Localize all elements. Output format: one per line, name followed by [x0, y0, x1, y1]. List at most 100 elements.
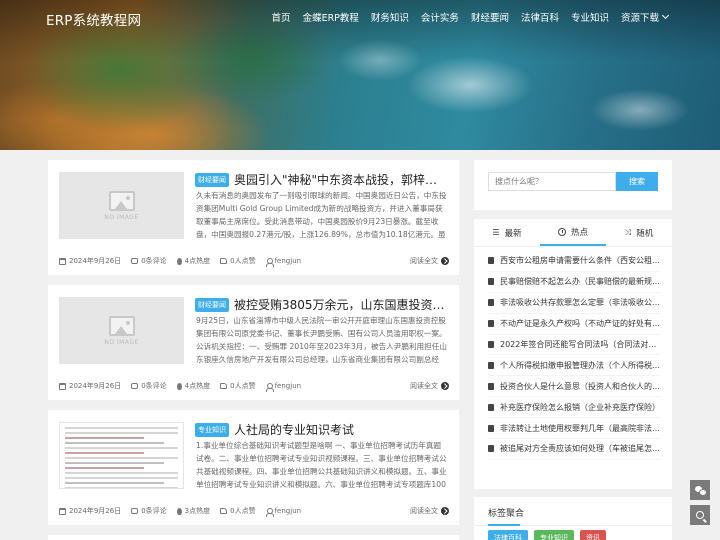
read-more-label: 阅读全文: [410, 507, 438, 515]
book-icon: [488, 403, 494, 411]
read-more-label: 阅读全文: [410, 257, 438, 265]
nav-finance-knowledge[interactable]: 财务知识: [371, 10, 409, 24]
tag-professional[interactable]: 专业知识: [534, 530, 574, 540]
tag-cloud-widget: 标签聚合 法律百科 专业知识 资讯: [474, 497, 672, 540]
thumbs-up-icon: [220, 508, 228, 514]
book-icon: [488, 445, 494, 453]
list-item-label: 西安市公租房申请需要什么条件（西安公租房申请）: [500, 256, 660, 266]
post-list: NO IMAGE 财经要闻 奥园引入"神秘"中东资本战投，郭梓文难言脱身 久未有…: [48, 160, 459, 540]
category-badge[interactable]: 财经要闻: [195, 297, 229, 312]
list-item[interactable]: 不动产证是永久产权吗（不动产证的好处有哪些）: [488, 314, 660, 335]
main-nav: 首页 金蝶ERP教程 财务知识 会计实务 财经要闻 法律百科 专业知识 资源下载: [260, 10, 670, 24]
nav-resource-download[interactable]: 资源下载: [621, 10, 670, 24]
post-likes: 0人点赞: [230, 257, 256, 265]
thumbs-up-icon: [220, 258, 228, 264]
post-comments: 0条评论: [141, 257, 167, 265]
post-title[interactable]: 奥园引入"神秘"中东资本战投，郭梓文难言脱身: [234, 171, 449, 188]
post-comments: 0条评论: [141, 382, 167, 390]
comment-icon: [131, 258, 139, 264]
calendar-icon: [59, 507, 66, 515]
post-card: [48, 535, 459, 540]
category-badge[interactable]: 专业知识: [195, 422, 229, 437]
search-button[interactable]: 搜索: [616, 172, 658, 191]
list-item-label: 民事赔偿赔不起怎么办（民事赔偿的最新规定）: [500, 277, 660, 287]
search-widget: 搜索: [474, 160, 672, 210]
post-card: NO IMAGE 财经要闻 奥园引入"神秘"中东资本战投，郭梓文难言脱身 久未有…: [48, 160, 459, 275]
user-icon: [265, 257, 274, 267]
post-title[interactable]: 被控受贿3805万余元，山东国惠投资控股集团原党委书记: [234, 296, 449, 313]
search-input[interactable]: [488, 172, 616, 191]
category-badge[interactable]: 财经要闻: [195, 172, 229, 187]
tab-hot[interactable]: 热点: [540, 219, 606, 246]
post-thumbnail[interactable]: NO IMAGE: [59, 297, 184, 364]
nav-kingdee-erp[interactable]: 金蝶ERP教程: [303, 10, 359, 24]
post-thumbnail[interactable]: NO IMAGE: [59, 172, 184, 239]
fire-icon: [176, 507, 182, 515]
list-item[interactable]: 个人所得税扣缴申报管理办法（个人所得税缴纳）: [488, 355, 660, 377]
tag-list: 法律百科 专业知识 资讯: [488, 530, 606, 540]
chevron-down-icon: [661, 11, 670, 20]
read-more-link[interactable]: 阅读全文: [410, 381, 449, 391]
comment-icon: [131, 508, 139, 514]
list-item-label: 不动产证是永久产权吗（不动产证的好处有哪些）: [500, 319, 660, 329]
tab-latest-label: 最新: [504, 228, 522, 239]
list-item[interactable]: 西安市公租房申请需要什么条件（西安公租房申请）: [488, 251, 660, 272]
search-float-button[interactable]: [690, 505, 710, 525]
post-date: 2024年9月26日: [69, 382, 122, 390]
image-placeholder-icon: [108, 315, 135, 336]
tab-random-label: 随机: [636, 228, 654, 239]
list-item-label: 投资合伙人是什么意思（投资人和合伙人的区别）: [500, 381, 660, 391]
calendar-icon: [59, 257, 66, 265]
arrow-right-circle-icon: [441, 507, 449, 515]
list-item[interactable]: 2022年签合同还能写合同法吗（合同法对合同的规定）: [488, 335, 660, 356]
post-excerpt: 9月25日，山东省淄博市中级人民法院一审公开开庭审理山东国惠投资控股集团有限公司…: [196, 316, 447, 364]
post-author[interactable]: fengjun: [275, 507, 301, 515]
post-meta: 2024年9月26日 0条评论 3点热度 0人点赞 fengjun 阅读全文: [59, 505, 449, 517]
tab-random[interactable]: ⤨ 随机: [606, 219, 672, 246]
post-date: 2024年9月26日: [69, 507, 122, 515]
nav-law-encyclopedia[interactable]: 法律百科: [521, 10, 559, 24]
post-likes: 0人点赞: [230, 507, 256, 515]
post-heat: 4点热度: [184, 382, 211, 390]
post-title[interactable]: 人社局的专业知识考试: [234, 421, 354, 438]
read-more-label: 阅读全文: [410, 382, 438, 390]
tag-cloud-title: 标签聚合: [488, 509, 525, 519]
nav-professional-knowledge[interactable]: 专业知识: [571, 10, 609, 24]
hot-post-list: 西安市公租房申请需要什么条件（西安公租房申请） 民事赔偿赔不起怎么办（民事赔偿的…: [474, 247, 672, 460]
read-more-link[interactable]: 阅读全文: [410, 506, 449, 516]
list-item[interactable]: 投资合伙人是什么意思（投资人和合伙人的区别）: [488, 376, 660, 398]
list-item-label: 非法转让土地使用权罪判几年（最高院非法转让）: [500, 423, 660, 433]
sidebar: 搜索 ☰ 最新 热点 ⤨ 随机 西安市公租房申请需要什么条件（西安公租房申请） 民事…: [474, 160, 672, 540]
list-item[interactable]: 民事赔偿赔不起怎么办（民事赔偿的最新规定）: [488, 272, 660, 293]
post-heat: 4点热度: [184, 257, 211, 265]
nav-accounting-practice[interactable]: 会计实务: [421, 10, 459, 24]
tag-law[interactable]: 法律百科: [488, 530, 528, 540]
nav-home[interactable]: 首页: [272, 10, 291, 24]
book-icon: [488, 299, 494, 307]
post-tabs: ☰ 最新 热点 ⤨ 随机: [474, 219, 672, 247]
post-author[interactable]: fengjun: [275, 257, 301, 265]
list-item[interactable]: 补充医疗保险怎么报销（企业补充医疗保险）: [488, 397, 660, 419]
tag-news[interactable]: 资讯: [580, 530, 606, 540]
post-thumbnail[interactable]: [59, 422, 184, 489]
wechat-button[interactable]: [690, 480, 710, 500]
arrow-right-circle-icon: [441, 382, 449, 390]
list-item-label: 个人所得税扣缴申报管理办法（个人所得税缴纳）: [500, 360, 660, 370]
read-more-link[interactable]: 阅读全文: [410, 256, 449, 266]
post-author[interactable]: fengjun: [275, 382, 301, 390]
list-item-label: 补充医疗保险怎么报销（企业补充医疗保险）: [500, 402, 660, 412]
site-logo[interactable]: ERP系统教程网: [46, 9, 141, 29]
post-likes: 0人点赞: [230, 382, 256, 390]
site-header: ERP系统教程网 首页 金蝶ERP教程 财务知识 会计实务 财经要闻 法律百科 …: [0, 0, 720, 34]
tab-latest[interactable]: ☰ 最新: [474, 219, 540, 246]
book-icon: [488, 257, 494, 265]
list-item[interactable]: 非法吸收公共存款罪怎么定罪（非法吸收公众存款罪）: [488, 293, 660, 314]
list-item[interactable]: 非法转让土地使用权罪判几年（最高院非法转让）: [488, 418, 660, 440]
comment-icon: [131, 383, 139, 389]
image-placeholder-icon: [108, 190, 135, 211]
wechat-icon: [695, 486, 707, 496]
nav-finance-news[interactable]: 财经要闻: [471, 10, 509, 24]
list-item[interactable]: 被追尾对方全责应该如何处理（车被追尾怎么办）: [488, 439, 660, 460]
post-title-row: 财经要闻 被控受贿3805万余元，山东国惠投资控股集团原党委书记: [195, 296, 449, 313]
user-icon: [265, 382, 274, 392]
